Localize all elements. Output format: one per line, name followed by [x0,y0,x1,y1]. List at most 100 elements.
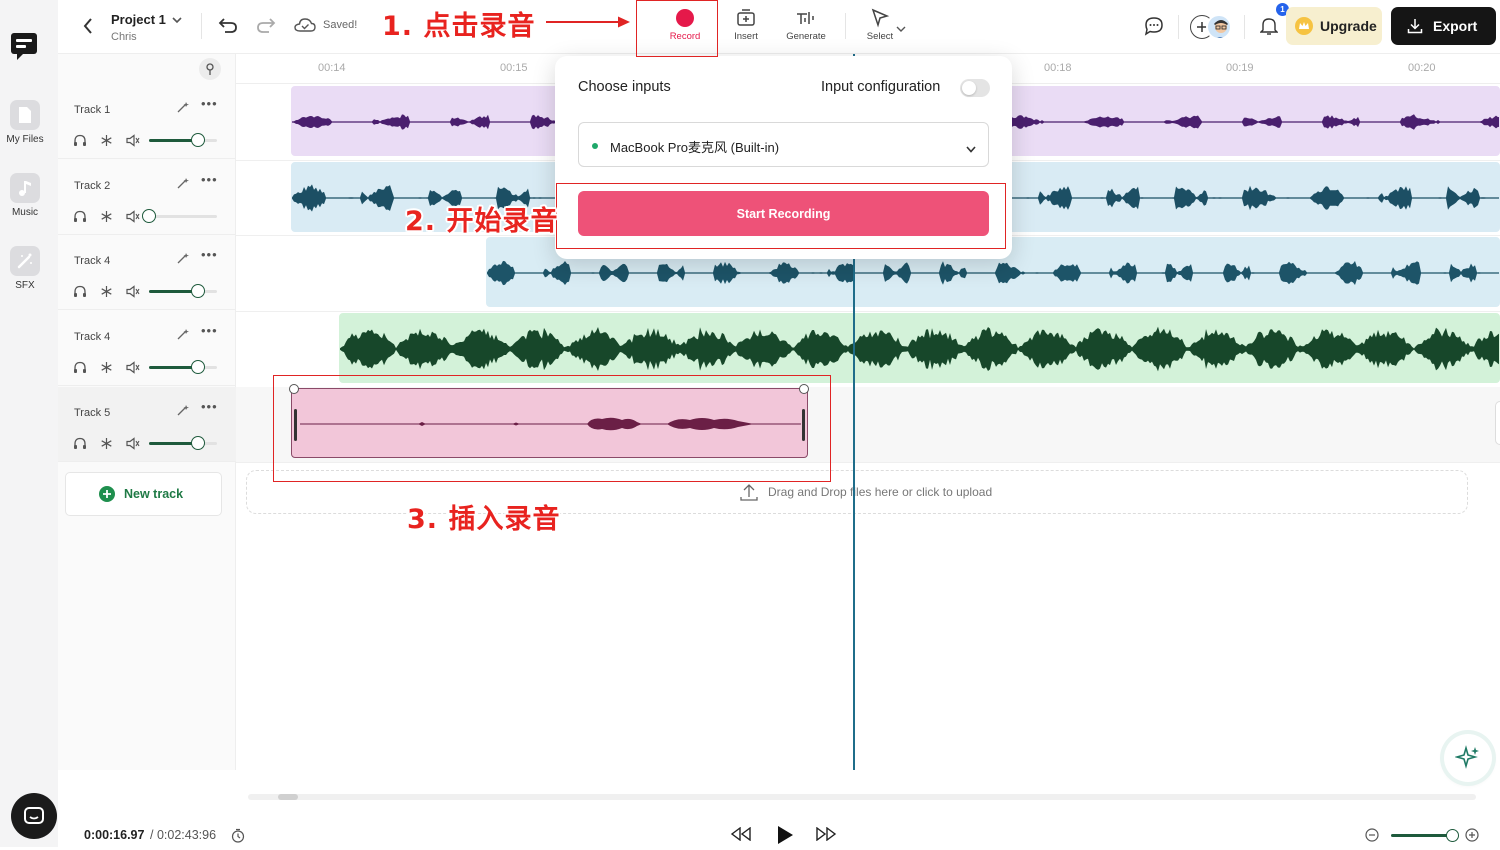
track-name[interactable]: Track 1 [74,104,110,116]
volume-icon[interactable] [126,134,140,152]
rail-item-label: Music [11,207,39,218]
tick-label: 00:14 [318,62,346,74]
ai-assistant-button[interactable] [1444,734,1492,782]
current-time: 0:00:16.97 [84,828,145,842]
horizontal-scrollbar[interactable] [248,794,1476,800]
volume-slider-knob[interactable] [142,209,156,223]
track-header[interactable]: Track 4 ••• [58,311,236,386]
volume-slider[interactable] [149,360,217,374]
avatar[interactable] [1206,14,1232,40]
more-options-icon[interactable]: ••• [201,247,218,262]
more-options-icon[interactable]: ••• [201,172,218,187]
annotation-box-record [636,0,718,57]
freeze-icon[interactable] [100,210,113,228]
track-header[interactable]: Track 4 ••• [58,235,236,310]
tool-label: Generate [786,31,826,42]
zoom-in-icon[interactable] [1465,828,1479,847]
magic-edit-icon[interactable] [177,403,191,421]
volume-slider-knob[interactable] [191,436,205,450]
volume-slider-knob[interactable] [191,360,205,374]
chevron-down-icon[interactable] [171,12,183,30]
pin-icon[interactable] [199,58,221,80]
rail-item-music[interactable]: Music [0,173,50,218]
comment-icon[interactable] [1144,16,1164,41]
chat-icon [24,807,44,824]
redo-icon[interactable] [256,16,276,39]
volume-icon[interactable] [126,285,140,303]
freeze-icon[interactable] [100,285,113,303]
track-header[interactable]: Track 5 ••• [58,387,236,462]
volume-slider[interactable] [142,209,217,223]
tick-label: 00:15 [500,62,528,74]
rewind-icon[interactable] [730,826,752,846]
play-icon[interactable] [776,825,794,850]
volume-icon[interactable] [126,210,140,228]
more-options-icon[interactable]: ••• [201,399,218,414]
export-button[interactable]: Export [1391,7,1496,45]
divider [201,13,202,39]
more-options-icon[interactable]: ••• [201,96,218,111]
track-name[interactable]: Track 4 [74,331,110,343]
tool-label: Insert [734,31,758,42]
headphones-icon[interactable] [73,134,87,152]
active-dot-icon [592,143,598,149]
project-owner: Chris [111,31,137,43]
headphones-icon[interactable] [73,285,87,303]
divider [1178,15,1179,39]
magic-wand-icon [10,246,40,276]
timer-icon[interactable] [231,828,245,848]
insert-tool[interactable]: Insert [716,8,776,42]
rail-item-my-files[interactable]: My Files [0,100,50,145]
plus-icon [99,486,115,502]
volume-icon[interactable] [126,361,140,379]
more-options-icon[interactable]: ••• [201,323,218,338]
back-icon[interactable] [82,17,94,40]
zoom-slider-knob[interactable] [1446,828,1459,842]
volume-slider[interactable] [149,133,217,147]
divider [1244,15,1245,39]
app-logo-icon[interactable] [9,30,41,62]
volume-icon[interactable] [126,437,140,455]
input-device-select[interactable]: MacBook Pro麦克风 (Built-in) [578,122,989,167]
track-header[interactable]: Track 1 ••• [58,84,236,159]
project-title[interactable]: Project 1 [111,12,166,27]
track-header[interactable]: Track 2 ••• [58,160,236,235]
bell-icon[interactable] [1259,16,1279,41]
headphones-icon[interactable] [73,361,87,379]
chevron-down-icon[interactable] [896,20,906,38]
freeze-icon[interactable] [100,361,113,379]
track-name[interactable]: Track 5 [74,407,110,419]
chat-support-button[interactable] [11,793,57,839]
scrollbar-thumb[interactable] [278,794,298,800]
fast-forward-icon[interactable] [815,826,837,846]
upload-icon [740,483,758,506]
upgrade-button[interactable]: Upgrade [1286,7,1382,45]
freeze-icon[interactable] [100,134,113,152]
track-name[interactable]: Track 2 [74,180,110,192]
volume-slider-knob[interactable] [191,133,205,147]
track-name[interactable]: Track 4 [74,255,110,267]
sparkle-icon [1455,745,1479,769]
insert-icon [737,9,755,26]
chevron-down-icon [965,141,977,159]
magic-edit-icon[interactable] [177,251,191,269]
headphones-icon[interactable] [73,210,87,228]
zoom-out-icon[interactable] [1365,828,1379,847]
file-icon [10,100,40,130]
magic-edit-icon[interactable] [177,100,191,118]
magic-edit-icon[interactable] [177,327,191,345]
clip-track-4[interactable] [339,313,1500,383]
rail-item-sfx[interactable]: SFX [0,246,50,291]
new-track-button[interactable]: New track [65,472,222,516]
volume-slider[interactable] [149,284,217,298]
freeze-icon[interactable] [100,437,113,455]
volume-slider-knob[interactable] [191,284,205,298]
magic-edit-icon[interactable] [177,176,191,194]
headphones-icon[interactable] [73,437,87,455]
undo-icon[interactable] [218,16,238,39]
playback-bar: 0:00:16.97 / 0:02:43:96 [58,812,1500,847]
volume-slider[interactable] [149,436,217,450]
input-config-toggle[interactable] [960,79,990,97]
zoom-slider[interactable] [1391,828,1459,842]
generate-tool[interactable]: Generate [776,8,836,42]
